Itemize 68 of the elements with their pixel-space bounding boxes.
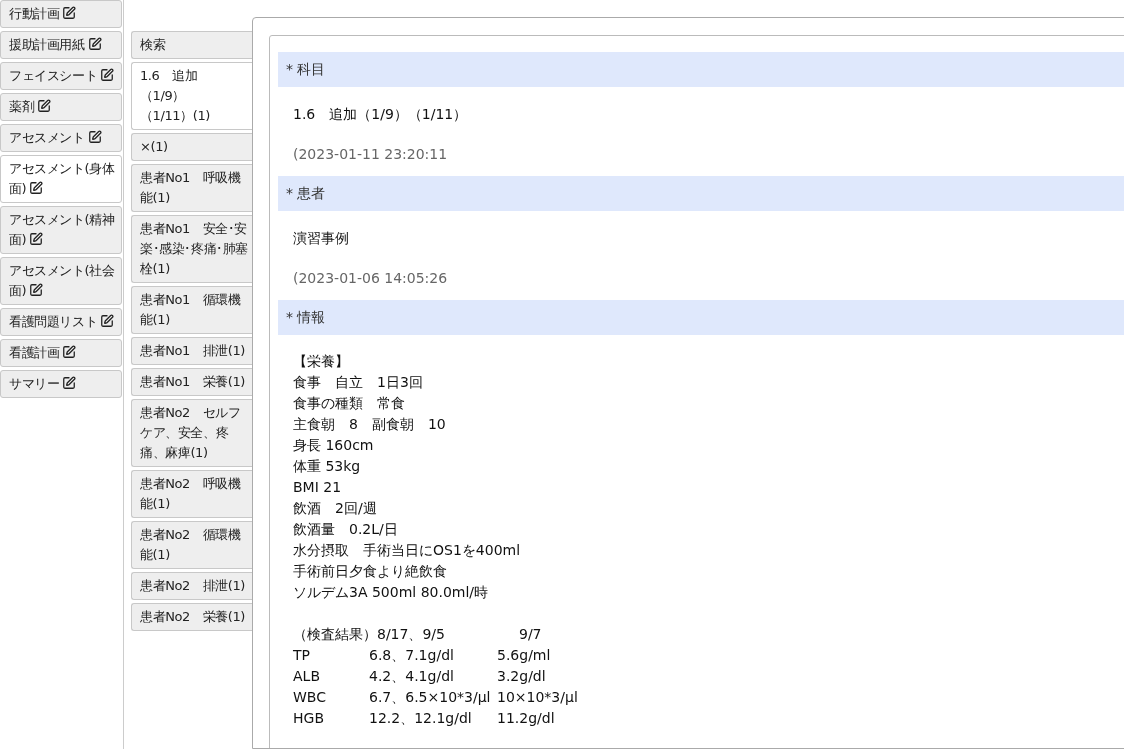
- lab-value: 11.2g/dl: [497, 709, 556, 728]
- record-tab[interactable]: 検索: [131, 31, 252, 59]
- edit-icon: [62, 376, 77, 390]
- lab-value: 12.2、12.1g/dl: [369, 709, 473, 728]
- section-value: 1.6 追加（1/9）（1/11）: [292, 105, 469, 124]
- lab-value: 3.2g/dl: [497, 667, 547, 686]
- info-line: 水分摂取 手術当日にOS1を400ml: [293, 541, 522, 560]
- edit-icon: [62, 345, 77, 359]
- edit-icon: [62, 6, 77, 20]
- info-line: 食事 自立 1日3回: [293, 373, 424, 392]
- info-line: 主食朝 8 副食朝 10: [293, 415, 447, 434]
- nav-tab[interactable]: アセスメント(社会面): [0, 257, 122, 305]
- timestamp: (2023-01-06 14:05:26: [292, 269, 449, 288]
- nav-tab[interactable]: 看護問題リスト: [0, 308, 122, 336]
- record-tab[interactable]: 1.6 追加 （1/9） （1/11）(1): [131, 62, 252, 130]
- lab-name: WBC: [293, 688, 327, 707]
- edit-icon: [87, 130, 102, 144]
- record-tab[interactable]: 患者No1 呼吸機能(1): [131, 164, 252, 212]
- section-header: * 患者: [278, 176, 1124, 211]
- record-tab[interactable]: 患者No2 栄養(1): [131, 603, 252, 631]
- info-line: 体重 53kg: [293, 457, 362, 476]
- info-line: BMI 21: [293, 478, 343, 497]
- edit-icon: [29, 283, 44, 297]
- edit-icon: [100, 68, 115, 82]
- lab-value: 4.2、4.1g/dl: [369, 667, 455, 686]
- nav-tab[interactable]: 行動計画: [0, 0, 122, 28]
- nav-tab[interactable]: アセスメント: [0, 124, 122, 152]
- nav-tab[interactable]: アセスメント(身体面): [0, 155, 122, 203]
- record-tab[interactable]: ×(1): [131, 133, 252, 161]
- lab-value: 6.8、7.1g/dl: [369, 646, 455, 665]
- lab-date: 9/7: [518, 625, 543, 644]
- section-header: * 情報: [278, 300, 1124, 335]
- info-line: 身長 160cm: [293, 436, 375, 455]
- lab-value: 5.6g/ml: [497, 646, 552, 665]
- info-line: 【栄養】: [293, 352, 350, 371]
- lab-heading: （検査結果）8/17、9/5: [293, 625, 446, 644]
- record-tab[interactable]: 患者No1 排泄(1): [131, 337, 252, 365]
- edit-icon: [29, 232, 44, 246]
- lab-value: 10×10*3/μl: [497, 688, 578, 707]
- nav-tab[interactable]: 援助計画用紙: [0, 31, 122, 59]
- nav-tab[interactable]: フェイスシート: [0, 62, 122, 90]
- edit-icon: [87, 37, 102, 51]
- nav-tab[interactable]: 薬剤: [0, 93, 122, 121]
- info-line: ソルデム3A 500ml 80.0ml/時: [293, 583, 490, 602]
- info-line: 食事の種類 常食: [293, 394, 406, 413]
- lab-value: 6.7、6.5×10*3/μl: [369, 688, 492, 707]
- record-tab[interactable]: 患者No2 呼吸機能(1): [131, 470, 252, 518]
- section-value: 演習事例: [292, 229, 350, 248]
- record-tab[interactable]: 患者No2 セルフケア、安全、疼痛、麻痺(1): [131, 399, 252, 467]
- info-line: 飲酒 2回/週: [293, 499, 378, 518]
- edit-icon: [100, 314, 115, 328]
- info-line: 手術前日夕食より絶飲食: [293, 562, 448, 581]
- lab-name: TP: [293, 646, 311, 665]
- info-line: 飲酒量 0.2L/日: [293, 520, 399, 539]
- timestamp: (2023-01-11 23:20:11: [292, 145, 449, 164]
- nav-tab[interactable]: アセスメント(精神面): [0, 206, 122, 254]
- record-tab[interactable]: 患者No1 栄養(1): [131, 368, 252, 396]
- lab-name: ALB: [293, 667, 321, 686]
- record-tab[interactable]: 患者No2 循環機能(1): [131, 521, 252, 569]
- section-header: * 科目: [278, 52, 1124, 87]
- edit-icon: [29, 181, 44, 195]
- record-tab[interactable]: 患者No1 循環機能(1): [131, 286, 252, 334]
- record-tab[interactable]: 患者No1 安全･安楽･感染･疼痛･肺塞栓(1): [131, 215, 252, 283]
- nav-tab[interactable]: 看護計画: [0, 339, 122, 367]
- record-tab[interactable]: 患者No2 排泄(1): [131, 572, 252, 600]
- lab-name: HGB: [293, 709, 325, 728]
- nav-tab[interactable]: サマリー: [0, 370, 122, 398]
- edit-icon: [37, 99, 52, 113]
